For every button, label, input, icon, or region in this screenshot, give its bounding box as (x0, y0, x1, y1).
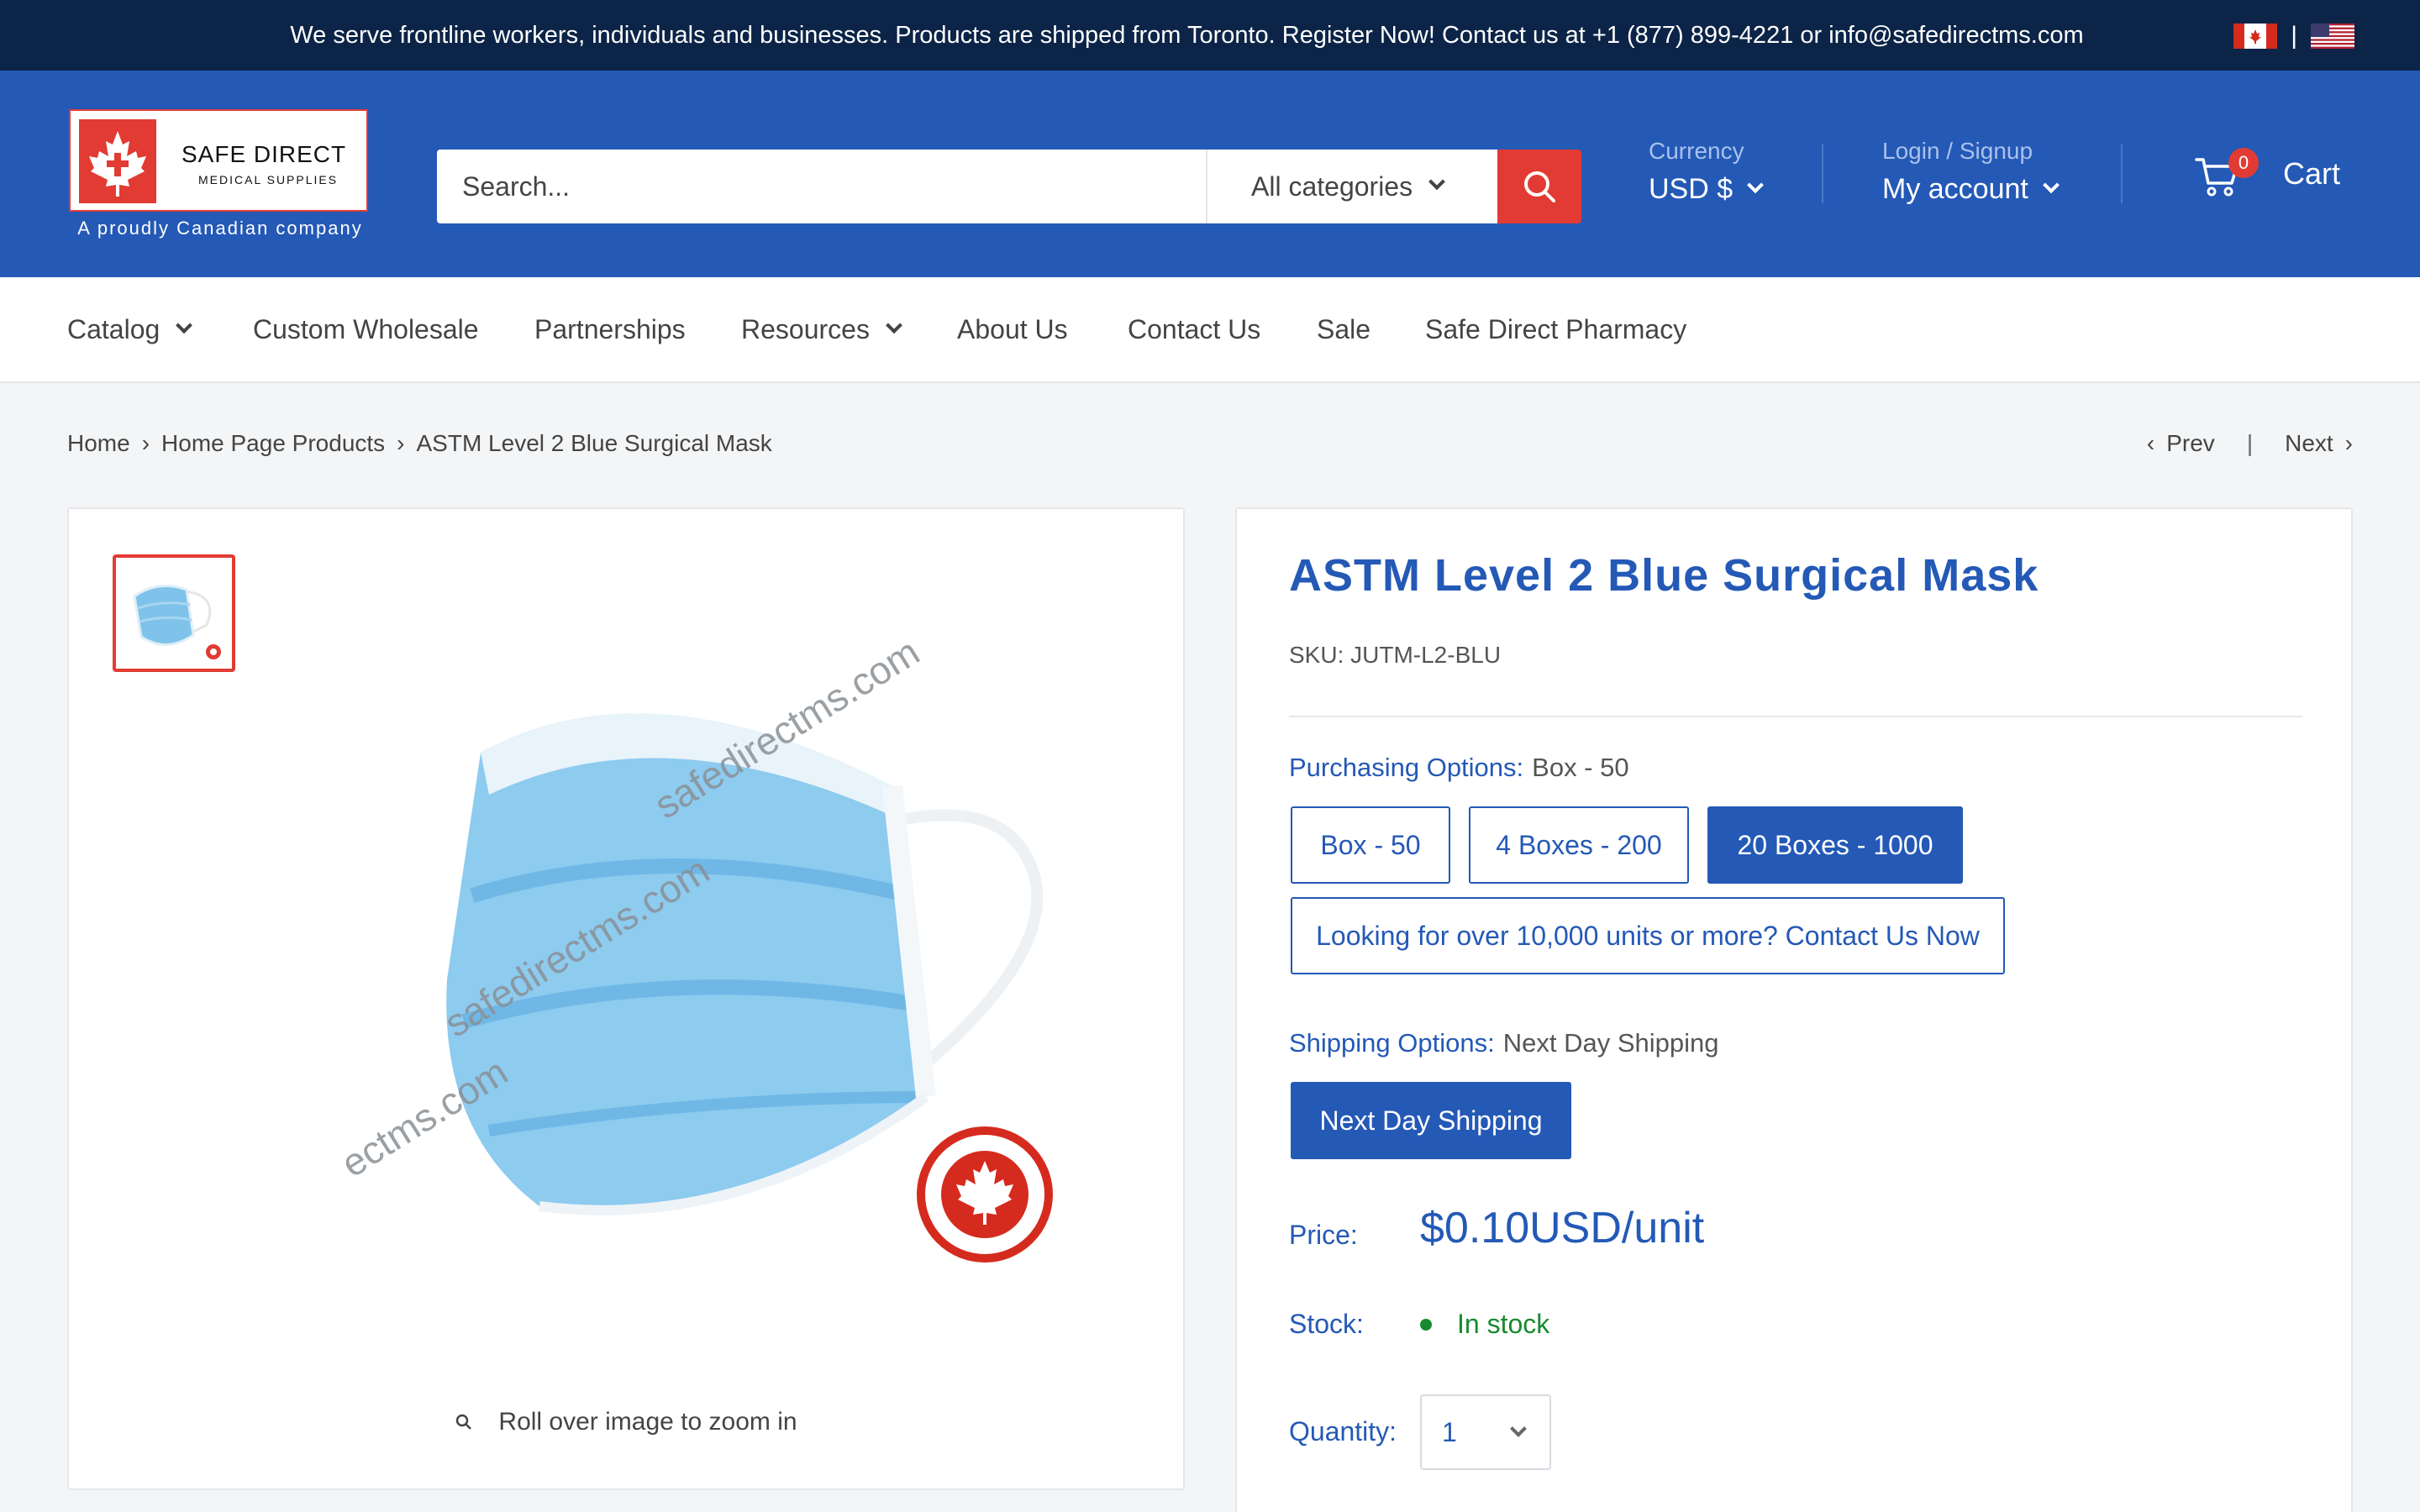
header-divider (1822, 144, 1823, 203)
site-header: SAFE DIRECT MEDICAL SUPPLIES A proudly C… (0, 71, 2420, 277)
quantity-value: 1 (1442, 1416, 1457, 1447)
announcement-text: We serve frontline workers, individuals … (290, 22, 2084, 49)
nav-item-partnerships[interactable]: Partnerships (534, 314, 686, 345)
nav-item-label: Contact Us (1128, 314, 1261, 344)
stock-status-text: In stock (1457, 1309, 1550, 1339)
stock-dot-icon (1420, 1318, 1432, 1331)
nav-item-label: Custom Wholesale (253, 314, 479, 344)
announcement-bar: We serve frontline workers, individuals … (0, 0, 2420, 71)
search-icon (1524, 171, 1555, 202)
next-label: Next (2285, 430, 2333, 456)
purchasing-options-heading: Purchasing Options: Box - 50 (1289, 753, 1629, 783)
chevron-right-icon: › (397, 430, 405, 456)
chevron-down-icon (1747, 176, 1765, 193)
breadcrumb-home[interactable]: Home (67, 430, 130, 457)
shipping-options-label: Shipping Options: (1289, 1028, 1495, 1058)
chevron-down-icon (886, 316, 902, 333)
option-4-boxes-200[interactable]: 4 Boxes - 200 (1469, 806, 1689, 884)
quantity-select[interactable]: 1 (1420, 1394, 1551, 1470)
product-pager: ‹ Prev | Next › (2147, 430, 2353, 457)
cart-label: Cart (2283, 156, 2341, 191)
option-20-boxes-1000[interactable]: 20 Boxes - 1000 (1707, 806, 1963, 884)
nav-item-contact-us[interactable]: Contact Us (1128, 314, 1260, 345)
header-divider (2121, 144, 2123, 203)
breadcrumb-collection[interactable]: Home Page Products (161, 430, 385, 457)
logo-tagline: A proudly Canadian company (77, 218, 363, 239)
nav-item-sale[interactable]: Sale (1317, 314, 1370, 345)
logo-name: SAFE DIRECT (182, 141, 347, 167)
nav-item-custom-wholesale[interactable]: Custom Wholesale (253, 314, 479, 345)
maple-leaf-logo-icon (79, 119, 156, 203)
category-select[interactable]: All categories (1206, 150, 1497, 223)
nav-item-resources[interactable]: Resources (741, 314, 902, 345)
chevron-right-icon: › (141, 430, 150, 456)
nav-item-about-us[interactable]: About Us (957, 314, 1068, 345)
nav-item-label: Catalog (67, 314, 160, 344)
cart-count-badge: 0 (2228, 148, 2259, 178)
chevron-down-icon (176, 316, 193, 333)
product-gallery: safedirectms.com safedirectms.com safedi… (67, 507, 1185, 1490)
zoom-hint: Roll over image to zoom in (69, 1408, 1183, 1436)
shipping-selected-value: Next Day Shipping (1502, 1028, 1719, 1058)
stock-label: Stock: (1289, 1309, 1364, 1339)
search-button[interactable] (1497, 150, 1581, 223)
flag-separator: | (2291, 22, 2297, 50)
product-info-panel: ASTM Level 2 Blue Surgical Mask SKU: JUT… (1235, 507, 2353, 1512)
product-main-image[interactable]: safedirectms.com safedirectms.com safedi… (346, 627, 1102, 1282)
login-signup-link[interactable]: Login / Signup (1882, 138, 2057, 165)
product-price: $0.10USD/unit (1420, 1204, 1705, 1252)
nav-item-label: About Us (957, 314, 1068, 344)
account-menu[interactable]: Login / Signup My account (1882, 138, 2060, 206)
section-divider (1289, 716, 2302, 717)
nav-item-pharmacy[interactable]: Safe Direct Pharmacy (1425, 314, 1686, 345)
category-select-label: All categories (1251, 171, 1413, 202)
prev-product-link[interactable]: ‹ Prev (2147, 430, 2215, 457)
chevron-left-icon: ‹ (2146, 430, 2155, 456)
quantity-label: Quantity: (1289, 1416, 1397, 1446)
breadcrumb: Home › Home Page Products › ASTM Level 2… (67, 430, 772, 457)
product-sku: SKU: JUTM-L2-BLU (1289, 642, 1502, 668)
option-next-day-shipping[interactable]: Next Day Shipping (1291, 1082, 1571, 1159)
breadcrumb-current: ASTM Level 2 Blue Surgical Mask (416, 430, 772, 456)
purchasing-selected-value: Box - 50 (1532, 753, 1629, 782)
product-title: ASTM Level 2 Blue Surgical Mask (1289, 550, 2039, 601)
chevron-down-icon (1428, 173, 1445, 191)
canada-flag-icon[interactable] (2233, 24, 2278, 49)
search-input[interactable] (437, 150, 1206, 223)
price-label: Price: (1289, 1220, 1358, 1250)
prev-label: Prev (2166, 430, 2215, 456)
next-product-link[interactable]: Next › (2285, 430, 2353, 457)
shipping-options-heading: Shipping Options: Next Day Shipping (1289, 1028, 1718, 1058)
my-account-label: My account (1882, 173, 2028, 205)
nav-item-label: Sale (1317, 314, 1371, 344)
nav-item-label: Partnerships (534, 314, 686, 344)
currency-label: Currency (1649, 138, 1744, 164)
nav-item-label: Resources (741, 314, 870, 344)
chevron-right-icon: › (2344, 430, 2353, 456)
site-logo[interactable]: SAFE DIRECT MEDICAL SUPPLIES (69, 109, 368, 212)
purchasing-options-label: Purchasing Options: (1289, 753, 1524, 782)
bulk-contact-button[interactable]: Looking for over 10,000 units or more? C… (1291, 897, 2005, 974)
main-navigation: Catalog Custom Wholesale Partnerships Re… (0, 277, 2420, 383)
currency-value: USD $ (1649, 173, 1733, 205)
nav-item-label: Safe Direct Pharmacy (1425, 314, 1687, 344)
cart-button[interactable]: 0 Cart (2193, 148, 2344, 198)
stock-status: In stock (1420, 1309, 1549, 1340)
option-box-50[interactable]: Box - 50 (1291, 806, 1450, 884)
pager-separator: | (2246, 430, 2254, 456)
logo-subtitle: MEDICAL SUPPLIES (198, 173, 339, 186)
us-flag-icon[interactable] (2311, 24, 2354, 49)
zoom-icon (456, 1414, 472, 1430)
nav-item-catalog[interactable]: Catalog (67, 314, 193, 345)
zoom-hint-text: Roll over image to zoom in (498, 1408, 797, 1436)
chevron-down-icon (2042, 176, 2060, 193)
chevron-down-icon (1510, 1420, 1527, 1437)
product-thumbnail[interactable] (113, 554, 235, 672)
currency-selector[interactable]: Currency USD $ (1649, 138, 1765, 206)
language-switcher: | (2233, 24, 2354, 49)
